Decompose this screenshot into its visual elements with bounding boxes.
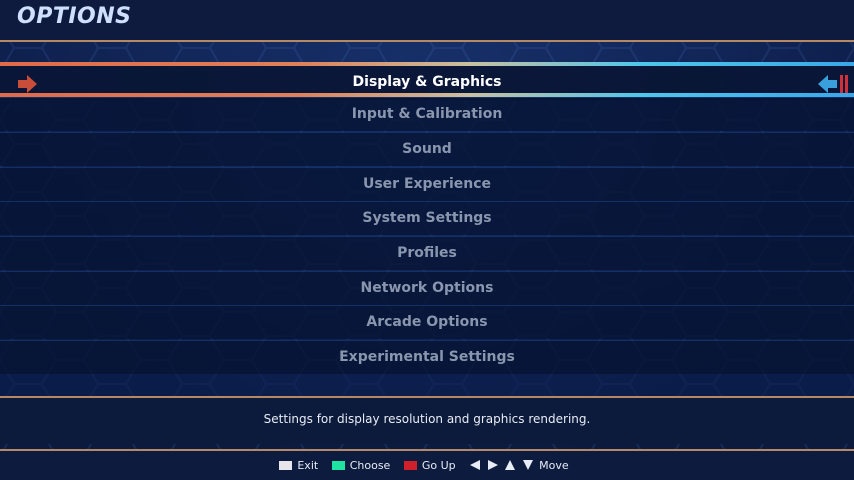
selection-marker-icon — [840, 75, 848, 93]
menu-item-system-settings[interactable]: System Settings — [0, 201, 854, 235]
button-help-bar: Exit Choose Go Up Move — [0, 451, 854, 480]
title-bar: OPTIONS — [0, 0, 854, 40]
help-hints: Exit Choose Go Up Move — [0, 458, 854, 472]
exit-button-icon — [279, 460, 293, 470]
hint-move: Move — [469, 458, 575, 472]
menu-item-input-calibration[interactable]: Input & Calibration — [0, 97, 854, 131]
triangle-left-icon — [470, 460, 481, 471]
menu-item-label: Network Options — [360, 280, 494, 296]
menu-item-label: User Experience — [362, 176, 492, 192]
goup-button-icon — [403, 460, 417, 470]
menu-item-sound[interactable]: Sound — [0, 132, 854, 166]
hint-exit-label: Exit — [297, 458, 319, 472]
triangle-up-icon — [505, 460, 516, 471]
triangle-right-icon — [487, 460, 498, 471]
menu-item-label: Arcade Options — [366, 314, 488, 330]
title-divider — [0, 40, 854, 42]
hint-goup-label: Go Up — [421, 458, 456, 472]
hint-choose: Choose — [331, 458, 397, 472]
page-title: OPTIONS — [17, 4, 132, 29]
menu-item-label: Experimental Settings — [339, 349, 515, 365]
menu-item-arcade-options[interactable]: Arcade Options — [0, 305, 854, 339]
hint-goup: Go Up — [403, 458, 462, 472]
menu-item-experimental-settings[interactable]: Experimental Settings — [0, 340, 854, 374]
hint-exit: Exit — [279, 458, 324, 472]
triangle-down-icon — [522, 460, 533, 471]
menu-item-label: Display & Graphics — [352, 74, 502, 90]
menu-item-network-options[interactable]: Network Options — [0, 271, 854, 305]
menu-item-label: Sound — [402, 141, 452, 157]
menu-item-user-experience[interactable]: User Experience — [0, 167, 854, 201]
menu-item-label: System Settings — [362, 210, 492, 226]
choose-button-icon — [331, 460, 345, 470]
menu-item-label: Input & Calibration — [351, 106, 503, 122]
menu-item-label: Profiles — [397, 245, 457, 261]
description-text: Settings for display resolution and grap… — [263, 412, 591, 426]
menu-item-profiles[interactable]: Profiles — [0, 236, 854, 270]
menu-footer-band — [0, 374, 854, 396]
hint-choose-label: Choose — [349, 458, 391, 472]
hint-move-label: Move — [539, 458, 569, 472]
arrow-left-icon — [818, 75, 837, 93]
description-panel: Settings for display resolution and grap… — [0, 398, 854, 444]
